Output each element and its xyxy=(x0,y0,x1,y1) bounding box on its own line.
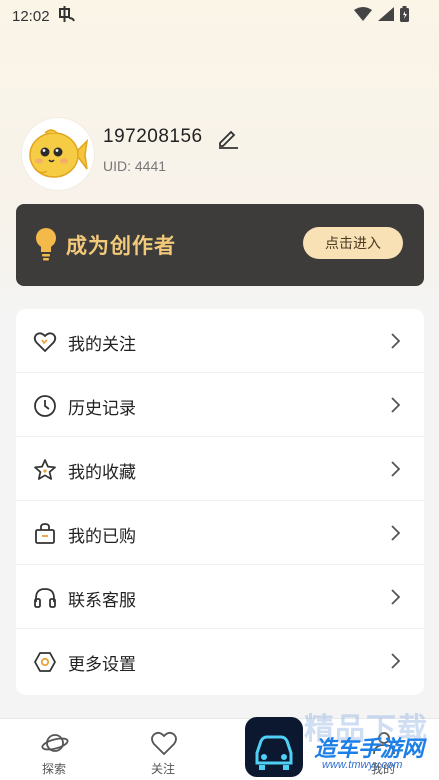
menu-label: 我的关注 xyxy=(68,335,136,355)
tab-label: 探索 xyxy=(41,762,66,776)
chevron-right-icon xyxy=(385,587,405,607)
chevron-right-icon xyxy=(385,651,405,671)
heart-icon xyxy=(150,729,178,757)
notification-icon xyxy=(58,6,76,26)
heart-icon xyxy=(33,330,57,354)
lightbulb-icon xyxy=(34,227,58,261)
star-icon xyxy=(33,458,57,482)
edit-icon[interactable] xyxy=(216,126,240,150)
menu-item-favorites[interactable]: 我的收藏 xyxy=(16,437,424,501)
user-id: UID: 4441 xyxy=(103,158,167,174)
menu-item-settings[interactable]: 更多设置 xyxy=(16,629,424,693)
watermark: 精品下载 造车手游网 www.tmwyy.com xyxy=(216,704,439,780)
profile-header: 197208156 UID: 4441 xyxy=(22,118,422,190)
car-logo-icon xyxy=(245,717,303,777)
menu-item-customer-service[interactable]: 联系客服 xyxy=(16,565,424,629)
wifi-icon xyxy=(354,7,372,25)
creator-title: 成为创作者 xyxy=(66,234,176,258)
watermark-url: www.tmwyy.com xyxy=(322,759,403,771)
fish-avatar-icon xyxy=(29,129,89,178)
status-time: 12:02 xyxy=(12,7,50,25)
planet-icon xyxy=(41,729,69,757)
username: 197208156 xyxy=(103,126,203,147)
menu-label: 历史记录 xyxy=(68,399,136,419)
battery-icon xyxy=(400,6,409,26)
creator-banner[interactable]: 成为创作者 点击进入 xyxy=(16,204,424,286)
tab-following[interactable]: 关注 xyxy=(118,719,208,780)
status-bar: 12:02 xyxy=(0,0,439,32)
shopping-bag-icon xyxy=(33,522,57,546)
settings-icon xyxy=(33,650,57,674)
menu-list: 我的关注 历史记录 我的收藏 我的已购 联系客服 更多设置 xyxy=(16,309,424,695)
menu-item-history[interactable]: 历史记录 xyxy=(16,373,424,437)
menu-item-following[interactable]: 我的关注 xyxy=(16,309,424,373)
tab-label: 关注 xyxy=(150,762,175,776)
menu-label: 联系客服 xyxy=(68,591,136,611)
menu-label: 我的已购 xyxy=(68,527,136,547)
enter-creator-button[interactable]: 点击进入 xyxy=(303,227,403,259)
avatar[interactable] xyxy=(22,118,94,190)
chevron-right-icon xyxy=(385,523,405,543)
tab-explore[interactable]: 探索 xyxy=(9,719,99,780)
clock-icon xyxy=(33,394,57,418)
chevron-right-icon xyxy=(385,395,405,415)
menu-item-purchased[interactable]: 我的已购 xyxy=(16,501,424,565)
headset-icon xyxy=(33,586,57,610)
signal-icon xyxy=(378,7,394,25)
chevron-right-icon xyxy=(385,459,405,479)
menu-label: 更多设置 xyxy=(68,655,136,675)
menu-label: 我的收藏 xyxy=(68,463,136,483)
chevron-right-icon xyxy=(385,331,405,351)
